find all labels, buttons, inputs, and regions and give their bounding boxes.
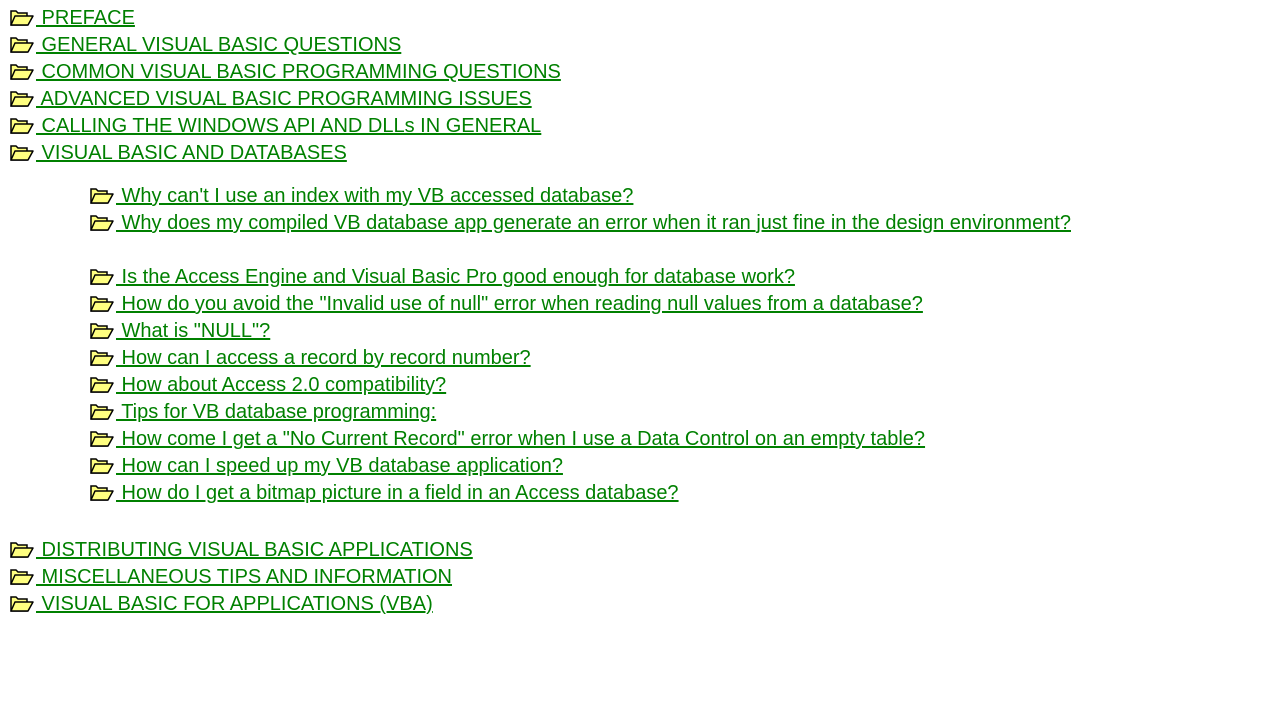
open-folder-icon [90,186,114,205]
toc-link[interactable]: Tips for VB database programming: [116,401,436,423]
toc-link[interactable]: Why can't I use an index with my VB acce… [116,185,634,207]
toc-link[interactable]: How do I get a bitmap picture in a field… [116,482,679,504]
open-folder-icon [10,594,34,613]
open-folder-icon [10,89,34,108]
toc-link[interactable]: How about Access 2.0 compatibility? [116,374,447,396]
toc-item-windows-api[interactable]: CALLING THE WINDOWS API AND DLLs IN GENE… [10,113,1261,140]
toc-link[interactable]: Is the Access Engine and Visual Basic Pr… [116,266,795,288]
db-topic-index[interactable]: Why can't I use an index with my VB acce… [90,183,1261,210]
toc-link[interactable]: How can I speed up my VB database applic… [116,455,563,477]
toc-link[interactable]: MISCELLANEOUS TIPS AND INFORMATION [36,566,452,588]
toc-item-distributing[interactable]: DISTRIBUTING VISUAL BASIC APPLICATIONS [10,537,1261,564]
open-folder-icon [10,8,34,27]
open-folder-icon [90,321,114,340]
open-folder-icon [10,62,34,81]
toc-link[interactable]: Why does my compiled VB database app gen… [116,212,1071,234]
toc-item-common-programming[interactable]: COMMON VISUAL BASIC PROGRAMMING QUESTION… [10,59,1261,86]
open-folder-icon [90,294,114,313]
open-folder-icon [90,213,114,232]
toc-link[interactable]: GENERAL VISUAL BASIC QUESTIONS [36,34,402,56]
open-folder-icon [10,35,34,54]
toc-link[interactable]: COMMON VISUAL BASIC PROGRAMMING QUESTION… [36,61,561,83]
open-folder-icon [10,116,34,135]
toc-link[interactable]: DISTRIBUTING VISUAL BASIC APPLICATIONS [36,539,473,561]
db-topic-what-is-null[interactable]: What is "NULL"? [90,318,1261,345]
open-folder-icon [90,375,114,394]
toc-link[interactable]: VISUAL BASIC AND DATABASES [36,142,347,164]
toc-link[interactable]: What is "NULL"? [116,320,271,342]
toc-item-databases[interactable]: VISUAL BASIC AND DATABASES [10,140,1261,167]
toc-item-miscellaneous[interactable]: MISCELLANEOUS TIPS AND INFORMATION [10,564,1261,591]
toc-item-general-questions[interactable]: GENERAL VISUAL BASIC QUESTIONS [10,32,1261,59]
open-folder-icon [10,567,34,586]
db-topic-invalid-null[interactable]: How do you avoid the "Invalid use of nul… [90,291,1261,318]
db-topic-no-current-record[interactable]: How come I get a "No Current Record" err… [90,426,1261,453]
toc-item-preface[interactable]: PREFACE [10,5,1261,32]
toc-link[interactable]: How do you avoid the "Invalid use of nul… [116,293,923,315]
open-folder-icon [10,540,34,559]
db-topic-bitmap[interactable]: How do I get a bitmap picture in a field… [90,480,1261,507]
help-contents-page: PREFACE GENERAL VISUAL BASIC QUESTIONS C… [0,0,1261,710]
toc-item-vba[interactable]: VISUAL BASIC FOR APPLICATIONS (VBA) [10,591,1261,618]
open-folder-icon [90,402,114,421]
open-folder-icon [90,267,114,286]
toc-link[interactable]: ADVANCED VISUAL BASIC PROGRAMMING ISSUES [36,88,531,110]
open-folder-icon [90,348,114,367]
toc-link[interactable]: How can I access a record by record numb… [116,347,531,369]
open-folder-icon [90,429,114,448]
db-topic-access-engine[interactable]: Is the Access Engine and Visual Basic Pr… [90,264,1261,291]
db-topic-compiled-error[interactable]: Why does my compiled VB database app gen… [10,210,1225,237]
toc-link[interactable]: PREFACE [36,7,135,29]
open-folder-icon [10,143,34,162]
db-topic-record-number[interactable]: How can I access a record by record numb… [90,345,1261,372]
db-topic-speed-up[interactable]: How can I speed up my VB database applic… [90,453,1261,480]
open-folder-icon [90,456,114,475]
db-topic-access-20[interactable]: How about Access 2.0 compatibility? [90,372,1261,399]
db-topic-tips[interactable]: Tips for VB database programming: [90,399,1261,426]
open-folder-icon [90,483,114,502]
toc-link[interactable]: VISUAL BASIC FOR APPLICATIONS (VBA) [36,593,433,615]
toc-link[interactable]: How come I get a "No Current Record" err… [116,428,926,450]
toc-item-advanced-issues[interactable]: ADVANCED VISUAL BASIC PROGRAMMING ISSUES [10,86,1261,113]
toc-link[interactable]: CALLING THE WINDOWS API AND DLLs IN GENE… [36,115,542,137]
